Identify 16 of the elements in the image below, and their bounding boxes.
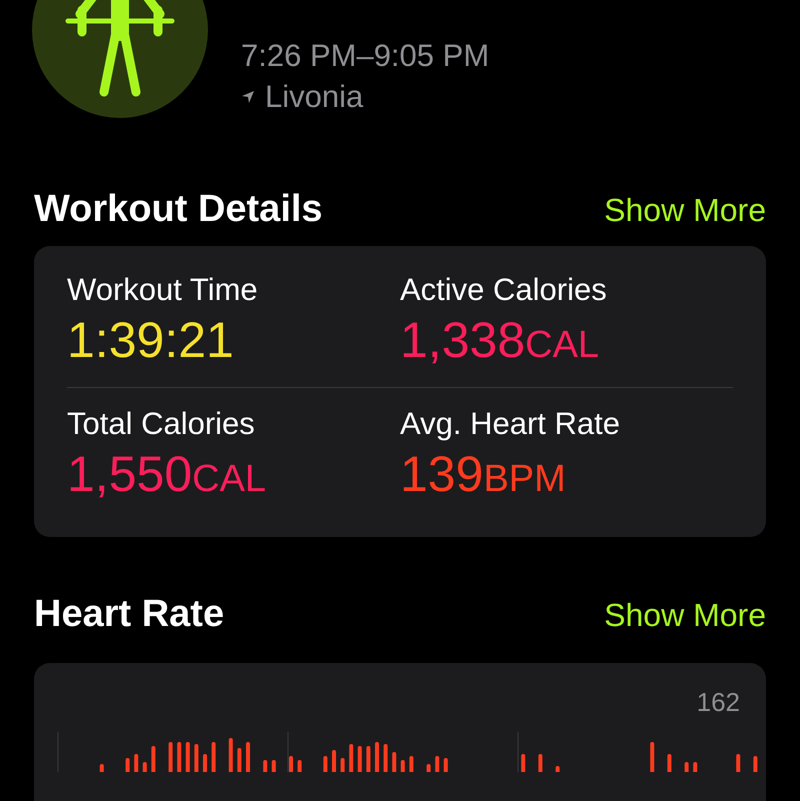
show-more-link[interactable]: Show More	[604, 192, 766, 229]
metric-label: Workout Time	[67, 271, 259, 309]
axis-label: 162	[696, 687, 740, 718]
location-arrow-icon	[241, 90, 255, 104]
metric-value: 139BPM	[400, 445, 567, 504]
metric-value: 1:39:21	[67, 311, 235, 370]
time-range: 7:26 PM–9:05 PM	[241, 37, 490, 75]
metric-value: 1,550CAL	[67, 445, 268, 504]
show-more-link[interactable]: Show More	[604, 597, 766, 634]
metric-label: Total Calories	[67, 405, 256, 443]
metric-label: Avg. Heart Rate	[400, 405, 621, 443]
location: Livonia	[265, 78, 364, 116]
metric-value: 1,338CAL	[400, 311, 600, 370]
section-title: Workout Details	[34, 188, 323, 231]
metric-label: Active Calories	[400, 271, 608, 309]
section-title: Heart Rate	[34, 593, 224, 636]
